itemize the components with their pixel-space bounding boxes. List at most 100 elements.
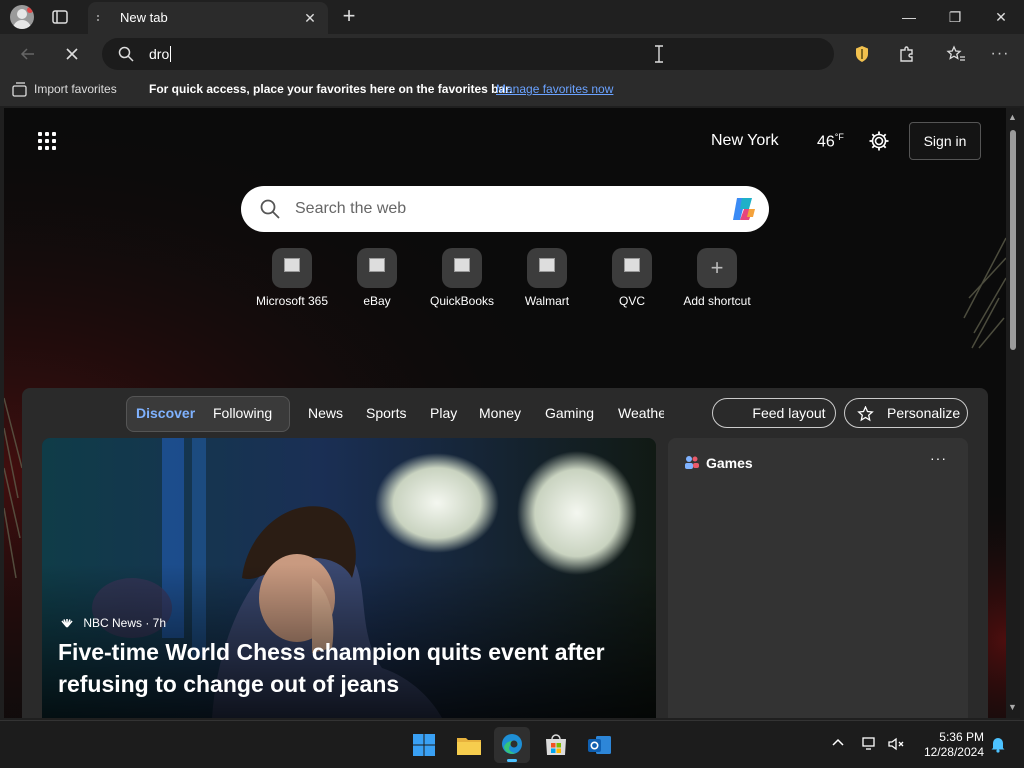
broken-image-icon <box>454 258 470 272</box>
games-title: Games <box>706 455 753 471</box>
plus-icon: + <box>710 255 724 280</box>
start-button[interactable] <box>406 727 442 763</box>
folder-icon <box>457 738 481 755</box>
favorites-bar: Import favorites For quick access, place… <box>0 74 1024 106</box>
shortcut-qvc[interactable]: QVC <box>589 248 675 310</box>
microsoft-store-button[interactable] <box>538 727 574 763</box>
sign-in-button[interactable]: Sign in <box>909 122 981 160</box>
clock-time: 5:36 PM <box>939 730 984 744</box>
weather-temperature[interactable]: 46°F <box>817 132 844 151</box>
tab-new-tab[interactable]: New tab ✕ <box>88 2 328 34</box>
tab-sports[interactable]: Sports <box>366 405 406 421</box>
volume-button[interactable] <box>886 735 906 755</box>
shortcut-walmart[interactable]: Walmart <box>504 248 590 310</box>
shortcut-ebay[interactable]: eBay <box>334 248 420 310</box>
news-source: NBC News · 7h <box>60 616 166 630</box>
stop-loading-button[interactable] <box>56 38 88 70</box>
shortcut-label: eBay <box>363 294 391 308</box>
search-input[interactable] <box>295 197 695 221</box>
address-input[interactable]: dro <box>149 46 172 62</box>
scrollbar-thumb[interactable] <box>1010 130 1016 350</box>
shortcut-tile <box>527 248 567 288</box>
tab-actions-icon[interactable] <box>50 7 70 27</box>
tab-following[interactable]: Following <box>213 405 272 421</box>
outlook-button[interactable] <box>582 727 618 763</box>
add-shortcut-button[interactable]: + Add shortcut <box>674 248 760 310</box>
active-indicator <box>507 759 517 762</box>
nbc-peacock-icon <box>61 619 73 628</box>
personalize-label: Personalize <box>887 405 961 421</box>
star-list-icon <box>946 45 965 61</box>
weather-location[interactable]: New York <box>711 132 779 150</box>
shortcut-tile <box>442 248 482 288</box>
show-hidden-icons-button[interactable] <box>828 735 848 755</box>
hero-news-card[interactable]: NBC News · 7h Five-time World Chess cham… <box>42 438 656 718</box>
new-tab-page: New York 46°F Sign in Microsoft 365 eBay… <box>4 108 1006 718</box>
broken-image-icon <box>369 258 385 272</box>
tab-close-button[interactable]: ✕ <box>300 8 320 28</box>
new-tab-button[interactable]: + <box>338 5 360 28</box>
news-headline[interactable]: Five-time World Chess champion quits eve… <box>58 636 648 700</box>
scroll-up-icon[interactable]: ▲ <box>1008 112 1017 122</box>
shortcut-microsoft-365[interactable]: Microsoft 365 <box>249 248 335 310</box>
edge-browser-button[interactable] <box>494 727 530 763</box>
edge-icon <box>502 734 522 754</box>
games-icon <box>684 455 700 472</box>
scroll-down-icon[interactable]: ▼ <box>1008 702 1017 712</box>
clock-date: 12/28/2024 <box>923 745 984 759</box>
profile-avatar[interactable] <box>10 5 34 29</box>
shortcut-tile <box>272 248 312 288</box>
shortcut-label: QVC <box>618 294 645 308</box>
text-cursor-icon <box>655 45 663 63</box>
gear-icon <box>869 131 889 151</box>
windows-logo-icon <box>413 734 435 756</box>
windows-taskbar: 5:36 PM 12/28/2024 <box>0 720 1024 768</box>
shortcut-label: Microsoft 365 <box>255 294 329 308</box>
minimize-button[interactable]: — <box>886 0 932 34</box>
web-search-box[interactable] <box>241 186 769 232</box>
extensions-button[interactable] <box>891 38 923 70</box>
tab-gaming[interactable]: Gaming <box>545 405 594 421</box>
news-feed: Discover Following News Sports Play Mone… <box>22 388 988 718</box>
back-button[interactable] <box>12 38 44 70</box>
feed-layout-button[interactable]: Feed layout <box>712 398 836 428</box>
shortcut-quickbooks[interactable]: QuickBooks <box>419 248 505 310</box>
title-bar: New tab ✕ + — ❐ ✕ <box>0 0 1024 36</box>
games-more-options-button[interactable]: ··· <box>930 450 947 466</box>
file-explorer-button[interactable] <box>451 727 487 763</box>
bell-icon <box>991 738 1005 753</box>
tab-play[interactable]: Play <box>430 405 457 421</box>
personalize-button[interactable]: Personalize <box>844 398 968 428</box>
apps-launcher-button[interactable] <box>38 132 58 152</box>
shortcut-tile <box>612 248 652 288</box>
close-window-button[interactable]: ✕ <box>978 0 1024 34</box>
tab-discover[interactable]: Discover <box>136 405 195 421</box>
page-scrollbar[interactable]: ▲ ▼ <box>1006 108 1020 718</box>
shield-button[interactable] <box>846 38 878 70</box>
broken-image-icon <box>284 258 300 272</box>
tab-weather[interactable]: Weathe <box>618 405 664 421</box>
tab-money[interactable]: Money <box>479 405 521 421</box>
notifications-button[interactable] <box>988 735 1008 755</box>
more-menu-button[interactable]: ··· <box>984 38 1016 70</box>
shield-icon <box>856 46 868 62</box>
broken-image-icon <box>624 258 640 272</box>
news-source-label: NBC News · 7h <box>83 616 167 630</box>
page-settings-button[interactable] <box>868 130 892 154</box>
favorites-hint: For quick access, place your favorites h… <box>149 82 513 96</box>
network-status-button[interactable] <box>860 735 880 755</box>
system-clock[interactable]: 5:36 PM 12/28/2024 <box>914 730 984 760</box>
shortcut-label: Add shortcut <box>683 294 751 308</box>
tab-news[interactable]: News <box>308 405 343 421</box>
manage-favorites-link[interactable]: Manage favorites now <box>496 82 613 96</box>
search-icon <box>118 46 134 62</box>
favorites-button[interactable] <box>940 38 972 70</box>
loading-indicator-icon <box>97 15 99 21</box>
back-arrow-icon <box>20 48 34 60</box>
maximize-button[interactable]: ❐ <box>932 0 978 34</box>
import-favorites-button[interactable]: Import favorites <box>34 82 117 96</box>
shortcut-tile: + <box>697 248 737 288</box>
address-bar[interactable]: dro <box>102 38 834 70</box>
copilot-icon[interactable] <box>729 195 759 223</box>
shortcut-label: QuickBooks <box>429 294 495 308</box>
